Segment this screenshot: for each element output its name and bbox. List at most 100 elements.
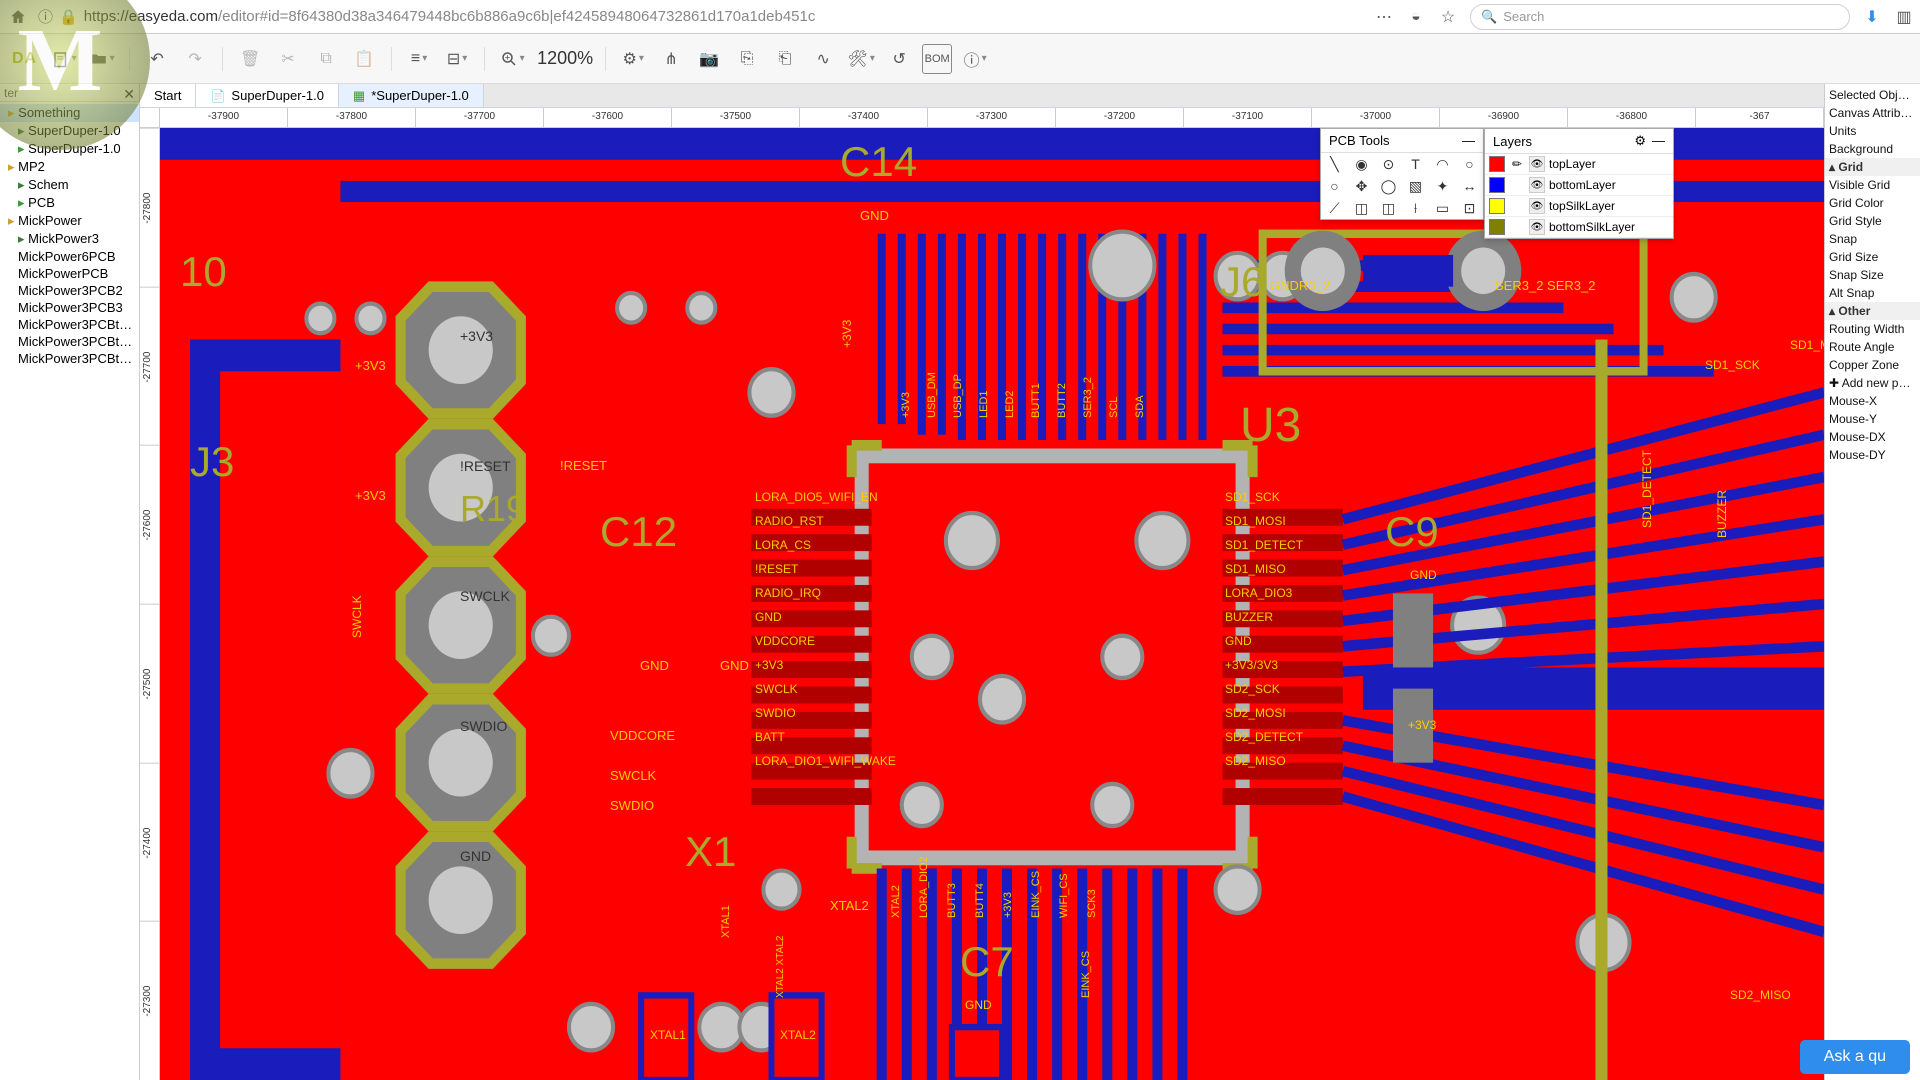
screenshot-button[interactable]: 📷	[694, 44, 724, 74]
pad-tool-icon[interactable]: ◉	[1348, 153, 1375, 175]
route-angle-label[interactable]: Route Angle	[1825, 338, 1920, 356]
editor-tabs: Start 📄SuperDuper-1.0 ▦*SuperDuper-1.0	[140, 84, 1824, 108]
grid-style-label[interactable]: Grid Style	[1825, 212, 1920, 230]
tree-item[interactable]: MickPower6PCB	[0, 248, 139, 265]
tree-item[interactable]: ▸ SuperDuper-1.0	[0, 122, 139, 140]
layers-panel[interactable]: Layers ⚙— ✏👁topLayer👁bottomLayer👁topSilk…	[1484, 128, 1674, 239]
copy-button[interactable]: ⧉	[311, 44, 341, 74]
mouse-dy-label: Mouse-DY	[1825, 446, 1920, 464]
add-param-button[interactable]: ✚ Add new param	[1825, 374, 1920, 392]
ellipse-tool-icon[interactable]: ○	[1321, 175, 1348, 197]
background-label[interactable]: Background	[1825, 140, 1920, 158]
paste-button[interactable]: 📋	[349, 44, 379, 74]
library-icon[interactable]: ▥	[1894, 7, 1914, 27]
minimize-icon[interactable]: —	[1462, 133, 1475, 148]
redo-button[interactable]: ↷	[180, 44, 210, 74]
sidebar-close-icon[interactable]: ✕	[123, 86, 135, 103]
tree-item[interactable]: ▸ MickPower	[0, 212, 139, 230]
copper-area-icon[interactable]: ◫	[1348, 197, 1375, 219]
app-logo[interactable]: DA	[8, 50, 41, 68]
tree-item[interactable]: ▸ Schem	[0, 176, 139, 194]
tree-item[interactable]: MickPower3PCBtest2	[0, 333, 139, 350]
tree-item[interactable]: ▸ MickPower3	[0, 230, 139, 248]
connect-tool-icon[interactable]: ⟋	[1321, 197, 1348, 219]
group-tool-icon[interactable]: ⊡	[1456, 197, 1483, 219]
grid-section: ▴ Grid	[1825, 158, 1920, 176]
simulate-button[interactable]: ∿	[808, 44, 838, 74]
ask-question-button[interactable]: Ask a qu	[1800, 1040, 1910, 1074]
gear-icon[interactable]: ⚙	[1634, 133, 1646, 148]
measure-tool-icon[interactable]: ↔	[1456, 175, 1483, 197]
routing-width-label[interactable]: Routing Width	[1825, 320, 1920, 338]
browser-search-input[interactable]: 🔍 Search	[1470, 4, 1850, 30]
tree-item[interactable]: ▸ PCB	[0, 194, 139, 212]
home-icon[interactable]	[6, 5, 30, 29]
tree-item[interactable]: MickPowerPCB	[0, 265, 139, 282]
export-button[interactable]: ⎘	[732, 44, 762, 74]
tree-item[interactable]: MickPower3PCB2	[0, 282, 139, 299]
url-display[interactable]: ⓘ 🔒 https://easyeda.com/editor#id=8f6438…	[38, 6, 815, 27]
history-button[interactable]: ↺	[884, 44, 914, 74]
copper-zone-label[interactable]: Copper Zone	[1825, 356, 1920, 374]
image-tool-icon[interactable]: ▧	[1402, 175, 1429, 197]
via-tool-icon[interactable]: ⊙	[1375, 153, 1402, 175]
download-icon[interactable]: ⬇	[1862, 7, 1882, 27]
settings-menu-button[interactable]: ⚙	[618, 44, 648, 74]
tools-menu-button[interactable]: 🛠	[846, 44, 876, 74]
tree-item[interactable]: MickPower3PCBtest3	[0, 350, 139, 367]
url-host: https://easyeda.com	[84, 8, 218, 25]
visible-grid-label[interactable]: Visible Grid	[1825, 176, 1920, 194]
align-menu-button[interactable]: ≡	[404, 44, 434, 74]
move-tool-icon[interactable]: ✥	[1348, 175, 1375, 197]
tree-item[interactable]: MickPower3PCB3	[0, 299, 139, 316]
tab-document[interactable]: 📄SuperDuper-1.0	[196, 84, 338, 107]
file-menu-button[interactable]	[49, 44, 79, 74]
snap-label[interactable]: Snap	[1825, 230, 1920, 248]
layer-row[interactable]: 👁bottomSilkLayer	[1485, 217, 1673, 238]
layers-title[interactable]: Layers ⚙—	[1485, 129, 1673, 154]
track-tool-icon[interactable]: ╲	[1321, 153, 1348, 175]
tree-item[interactable]: ▸ MP2	[0, 158, 139, 176]
cut-button[interactable]: ✂	[273, 44, 303, 74]
tab-start[interactable]: Start	[140, 84, 196, 107]
circle-tool-icon[interactable]: ○	[1456, 153, 1483, 175]
canvas-origin-icon[interactable]: ✦	[1429, 175, 1456, 197]
rect-tool-icon[interactable]: ▭	[1429, 197, 1456, 219]
text-tool-icon[interactable]: T	[1402, 153, 1429, 175]
browser-address-bar: ⓘ 🔒 https://easyeda.com/editor#id=8f6438…	[0, 0, 1920, 34]
layer-row[interactable]: 👁topSilkLayer	[1485, 196, 1673, 217]
layer-row[interactable]: 👁bottomLayer	[1485, 175, 1673, 196]
tree-folder-root[interactable]: ▸ Something	[0, 104, 139, 122]
import-button[interactable]: ⎗	[770, 44, 800, 74]
distribute-menu-button[interactable]: ⊟	[442, 44, 472, 74]
open-menu-button[interactable]	[87, 44, 117, 74]
tab-document-active[interactable]: ▦*SuperDuper-1.0	[339, 84, 484, 107]
alt-snap-label[interactable]: Alt Snap	[1825, 284, 1920, 302]
pcb-tools-title[interactable]: PCB Tools—	[1321, 129, 1483, 153]
reader-icon[interactable]: ◒	[1406, 8, 1426, 26]
delete-button[interactable]: 🗑	[235, 44, 265, 74]
units-label[interactable]: Units	[1825, 122, 1920, 140]
lock-icon: 🔒	[59, 8, 78, 26]
solid-region-icon[interactable]: ◫	[1375, 197, 1402, 219]
bookmark-star-icon[interactable]: ☆	[1438, 7, 1458, 27]
grid-color-label[interactable]: Grid Color	[1825, 194, 1920, 212]
minimize-icon[interactable]: —	[1652, 133, 1665, 148]
share-button[interactable]: ⋔	[656, 44, 686, 74]
undo-button[interactable]: ↶	[142, 44, 172, 74]
zoom-menu-button[interactable]	[497, 44, 527, 74]
snap-size-label[interactable]: Snap Size	[1825, 266, 1920, 284]
pcb-canvas[interactable]: C1410J3R19C12U3C9J6X1C7+3V3!RESETSWCLKSW…	[160, 128, 1824, 1080]
pcb-tools-panel[interactable]: PCB Tools— ╲ ◉ ⊙ T ◠ ○ ○ ✥ ◯ ▧ ✦ ↔	[1320, 128, 1484, 220]
mouse-x-label: Mouse-X	[1825, 392, 1920, 410]
bom-button[interactable]: BOM	[922, 44, 952, 74]
grid-size-label[interactable]: Grid Size	[1825, 248, 1920, 266]
arc-tool-icon[interactable]: ◠	[1429, 153, 1456, 175]
page-actions-icon[interactable]: ⋯	[1374, 7, 1394, 27]
tree-item[interactable]: MickPower3PCBtest	[0, 316, 139, 333]
help-menu-button[interactable]: ⓘ	[960, 44, 990, 74]
layer-row[interactable]: ✏👁topLayer	[1485, 154, 1673, 175]
dimension-tool-icon[interactable]: ⟊	[1402, 197, 1429, 219]
hole-tool-icon[interactable]: ◯	[1375, 175, 1402, 197]
tree-item[interactable]: ▸ SuperDuper-1.0	[0, 140, 139, 158]
